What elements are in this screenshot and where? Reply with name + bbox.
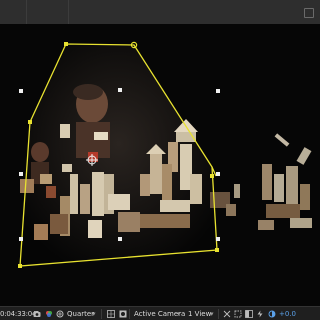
- mask-vertex[interactable]: [28, 120, 32, 124]
- chevron-down-icon[interactable]: ▾: [177, 307, 181, 320]
- mask-vertex[interactable]: [64, 42, 68, 46]
- tab-divider: [68, 0, 69, 24]
- chevron-down-icon[interactable]: ▾: [210, 307, 214, 320]
- fx-icon[interactable]: [56, 310, 64, 318]
- layer-handle[interactable]: [216, 172, 220, 176]
- viewer-status-bar: 0:04:33:04 Quarter ▾ Active Camera ▾ 1 V…: [0, 306, 320, 320]
- camera-icon[interactable]: [33, 310, 41, 318]
- view-layout-select[interactable]: 1 View: [188, 307, 211, 320]
- layer-handle[interactable]: [19, 89, 23, 93]
- layer-handle[interactable]: [19, 172, 23, 176]
- tab-divider: [26, 0, 27, 24]
- chevron-down-icon[interactable]: ▾: [92, 307, 96, 320]
- divider: [101, 309, 102, 319]
- exposure-value[interactable]: +0.0: [279, 307, 296, 320]
- layer-handle[interactable]: [118, 237, 122, 241]
- resolution-select[interactable]: Quarter: [67, 307, 94, 320]
- layer-handle[interactable]: [216, 237, 220, 241]
- grid-icon[interactable]: [107, 310, 115, 318]
- divider: [129, 309, 130, 319]
- region-of-interest-icon[interactable]: [234, 310, 242, 318]
- mask-vertex[interactable]: [210, 174, 214, 178]
- footage-frame: [0, 24, 320, 306]
- layer-handle[interactable]: [118, 88, 122, 92]
- layout-icon[interactable]: [245, 310, 253, 318]
- layer-handle[interactable]: [216, 89, 220, 93]
- panel-menu-icon[interactable]: [304, 8, 314, 18]
- layer-handle[interactable]: [19, 237, 23, 241]
- exposure-icon[interactable]: [268, 310, 276, 318]
- composition-canvas[interactable]: [0, 24, 320, 306]
- timecode-display[interactable]: 0:04:33:04: [0, 307, 36, 320]
- viewer-top-bar: [0, 0, 320, 25]
- color-palette-icon[interactable]: [45, 310, 53, 318]
- mask-vertex[interactable]: [215, 248, 219, 252]
- fast-preview-icon[interactable]: [256, 310, 264, 318]
- snap-icon[interactable]: [223, 310, 231, 318]
- mask-icon[interactable]: [119, 310, 127, 318]
- mask-vertex[interactable]: [18, 264, 22, 268]
- divider: [218, 309, 219, 319]
- composition-viewer-window: 0:04:33:04 Quarter ▾ Active Camera ▾ 1 V…: [0, 0, 320, 320]
